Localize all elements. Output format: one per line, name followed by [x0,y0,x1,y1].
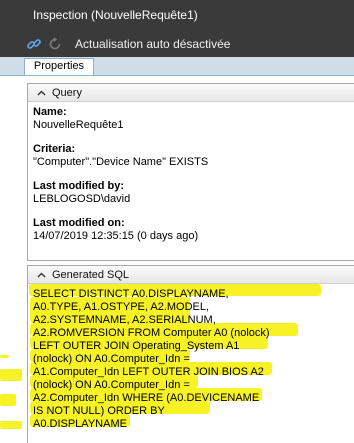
last-modified-by-value: LEBLOGOSD\david [33,193,131,205]
toolbar: Actualisation auto désactivée [0,30,354,57]
chevron-up-icon[interactable] [32,272,50,278]
query-panel-title: Query [52,86,82,99]
chevron-up-icon[interactable] [32,90,50,96]
last-modified-on-field: Last modified on: 14/07/2019 12:35:15 (0… [33,217,354,243]
highlight-mark [0,394,16,406]
tab-properties[interactable]: Properties [24,58,94,75]
criteria-label: Criteria: [33,143,76,155]
properties-content: Query Name: NouvelleRequête1 Criteria: "… [0,75,354,443]
highlight-mark [0,355,9,358]
name-value: NouvelleRequête1 [33,119,124,131]
name-label: Name: [33,106,67,118]
name-field: Name: NouvelleRequête1 [33,106,354,132]
generated-sql-panel: Generated SQL SELECT DISTINCT A0.DISPLAY… [27,265,354,443]
auto-refresh-status[interactable]: Actualisation auto désactivée [75,37,230,51]
query-panel: Query Name: NouvelleRequête1 Criteria: "… [27,83,354,261]
generated-sql-panel-header[interactable]: Generated SQL [28,266,354,284]
last-modified-by-field: Last modified by: LEBLOGOSD\david [33,180,354,206]
highlight-mark [0,421,22,429]
criteria-value: "Computer"."Device Name" EXISTS [33,156,209,168]
window-title: Inspection (NouvelleRequête1) [0,0,354,30]
last-modified-by-label: Last modified by: [33,180,125,192]
query-panel-header[interactable]: Query [28,84,354,102]
highlight-mark [0,369,22,381]
generated-sql-text[interactable]: SELECT DISTINCT A0.DISPLAYNAME, A0.TYPE,… [33,288,333,431]
generated-sql-panel-title: Generated SQL [52,268,130,281]
link-icon[interactable] [24,34,44,54]
last-modified-on-label: Last modified on: [33,217,125,229]
criteria-field: Criteria: "Computer"."Device Name" EXIST… [33,143,354,169]
tab-strip: Properties [0,57,354,75]
last-modified-on-value: 14/07/2019 12:35:15 (0 days ago) [33,230,199,242]
refresh-icon[interactable] [45,34,65,54]
